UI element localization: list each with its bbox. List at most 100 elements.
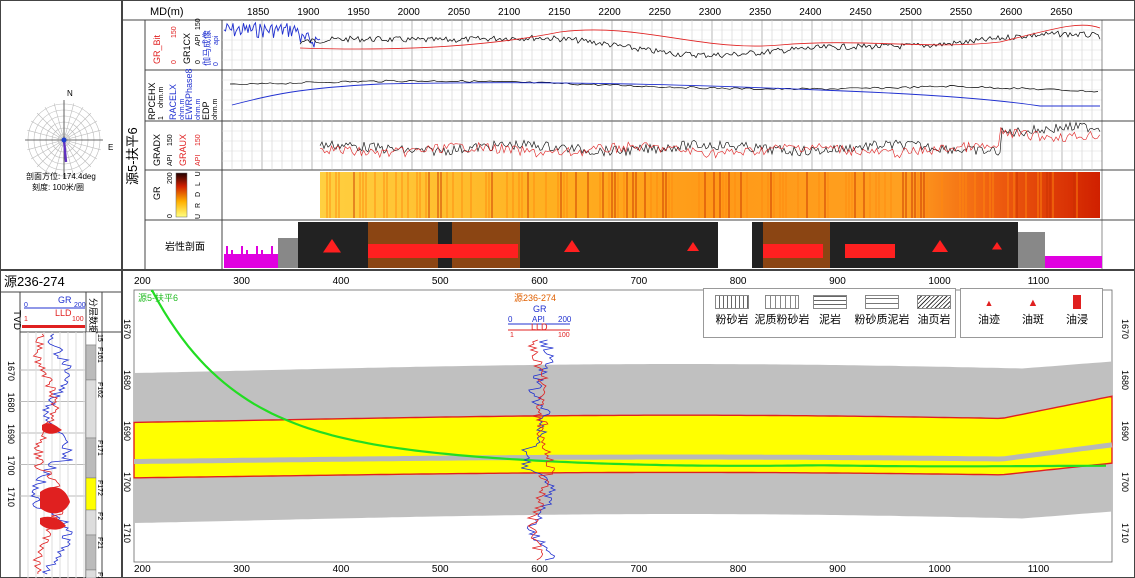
x-tick-label-top: 1000: [928, 276, 951, 287]
layer-block: [85, 477, 97, 511]
x-tick-label-bottom: 500: [432, 564, 449, 575]
svg-text:API: API: [167, 155, 174, 166]
x-tick-label-top: 1100: [1028, 276, 1050, 287]
left-well-svg: 源236-274 TVD GR 0 200 LLD 1 100 分层数据 167…: [0, 274, 122, 578]
center-well-label: 源236-274: [514, 293, 556, 303]
svg-text:100: 100: [558, 332, 570, 339]
x-tick-label-bottom: 1000: [928, 564, 951, 575]
legend-oil-immersion: 油浸: [1057, 295, 1097, 327]
x-tick-label-bottom: 200: [134, 564, 151, 575]
y-tick-label-left: 1670: [122, 319, 132, 339]
gr-color-scale: [175, 172, 188, 218]
svg-text:GR: GR: [533, 304, 547, 314]
layer-label: F21: [96, 572, 103, 578]
tvd-tick-label: 1680: [6, 393, 16, 413]
md-tick-label: 2600: [1000, 7, 1023, 18]
md-tick-label: 2250: [649, 7, 672, 18]
x-tick-label-bottom: 800: [730, 564, 747, 575]
svg-text:150: 150: [195, 134, 202, 146]
x-tick-label-top: 800: [730, 276, 747, 287]
y-tick-label-left: 1700: [122, 472, 132, 492]
layer-label: F21: [96, 537, 103, 549]
x-tick-label-top: 500: [432, 276, 449, 287]
layer-label: F162: [96, 382, 103, 398]
x-tick-label-top: 300: [233, 276, 250, 287]
md-tick-label: 2150: [548, 7, 571, 18]
x-tick-label-top: 200: [134, 276, 151, 287]
lithology-segment: [278, 238, 298, 268]
svg-text:1: 1: [510, 332, 514, 339]
svg-text:150: 150: [167, 134, 174, 146]
x-tick-label-bottom: 600: [531, 564, 548, 575]
md-tick-label: 2300: [699, 7, 722, 18]
layer-label: F161: [96, 347, 103, 363]
legend-oil-spot: ▲ 油斑: [1013, 295, 1053, 327]
left-well-title: 源236-274: [4, 274, 65, 289]
lithology-segment: [718, 258, 752, 268]
legend-mudstone: 泥岩: [812, 295, 848, 327]
layer-block: [85, 534, 97, 571]
y-tick-label-right: 1670: [1120, 319, 1130, 339]
top-log-svg: MD(m) 1850 1900 1950 2000 2050 2100 2150 2200 22…: [122, 6, 1135, 270]
oil-trace-icon: ▲: [984, 298, 994, 308]
layer-label: 15: [96, 334, 103, 342]
x-tick-label-top: 700: [631, 276, 648, 287]
legend-oil-trace: ▲ 油迹: [969, 295, 1009, 327]
layer-label: F2: [96, 512, 103, 520]
layer-col-label: 分层数据: [88, 298, 99, 334]
svg-text:200: 200: [558, 315, 572, 324]
layer-block: [85, 437, 97, 479]
svg-text:0: 0: [171, 60, 178, 64]
x-tick-label-top: 600: [531, 276, 548, 287]
lithology-segment: [520, 222, 718, 268]
y-tick-label-left: 1690: [122, 421, 132, 441]
well-name-label: 源5-扶平6: [125, 127, 140, 185]
x-tick-label-bottom: 700: [631, 564, 648, 575]
tvd-tick-label: 1710: [6, 487, 16, 507]
legend-siltstone: 粉砂岩: [712, 295, 752, 327]
tvd-tick-label: 1690: [6, 424, 16, 444]
legend-oil-shale: 油页岩: [914, 295, 954, 327]
graux-label: GRAUX: [178, 134, 188, 166]
x-tick-label-bottom: 300: [233, 564, 250, 575]
gradx-label: GRADX: [152, 134, 162, 166]
layer-label: F171: [96, 440, 103, 456]
svg-text:api: api: [213, 35, 220, 45]
svg-text:1: 1: [24, 316, 28, 323]
svg-text:0: 0: [508, 315, 513, 324]
layer-block: [85, 379, 97, 439]
md-axis-label: MD(m): [150, 6, 184, 18]
oil-immersion-icon: [1057, 295, 1097, 311]
y-tick-label-left: 1710: [122, 523, 132, 543]
md-tick-label: 2650: [1050, 7, 1073, 18]
y-tick-label-right: 1680: [1120, 370, 1130, 390]
lithology-label: 岩性剖面: [165, 240, 205, 253]
md-tick-label: 2550: [950, 7, 973, 18]
edp-label: EDP: [201, 101, 211, 120]
layer-block: [85, 344, 97, 381]
svg-text:1: 1: [158, 116, 165, 120]
md-tick-label: 2000: [398, 7, 421, 18]
x-tick-label-bottom: 1100: [1028, 564, 1050, 575]
svg-text:ohm.m: ohm.m: [212, 98, 219, 120]
svg-text:100: 100: [72, 316, 84, 323]
gr-label-left: GR: [58, 295, 72, 305]
x-tick-label-top: 400: [333, 276, 350, 287]
x-tick-label-top: 900: [829, 276, 846, 287]
lld-label-left: LLD: [55, 308, 72, 318]
svg-text:150: 150: [195, 18, 202, 30]
layer-block: [85, 509, 97, 536]
green-well-label: 源5-扶平6: [138, 292, 178, 303]
oil-spot-icon: ▲: [1027, 297, 1039, 309]
tvd-tick-label: 1700: [6, 456, 16, 476]
legend-argillaceous-siltstone: 泥质粉砂岩: [754, 295, 810, 327]
rock-legend: 粉砂岩 泥质粉砂岩 泥岩 粉砂质泥岩 油页岩: [703, 288, 956, 338]
y-tick-label-right: 1710: [1120, 523, 1130, 543]
svg-text:200: 200: [167, 172, 174, 184]
svg-text:0: 0: [167, 214, 174, 218]
gr-image-label: 伽马成像: [201, 30, 212, 66]
gr1cx-label: GR1CX: [182, 33, 192, 64]
gr-bit-label: GR_Bit: [152, 34, 162, 64]
y-tick-label-right: 1690: [1120, 421, 1130, 441]
ewrphase-label: EWRPhase8: [184, 68, 194, 120]
